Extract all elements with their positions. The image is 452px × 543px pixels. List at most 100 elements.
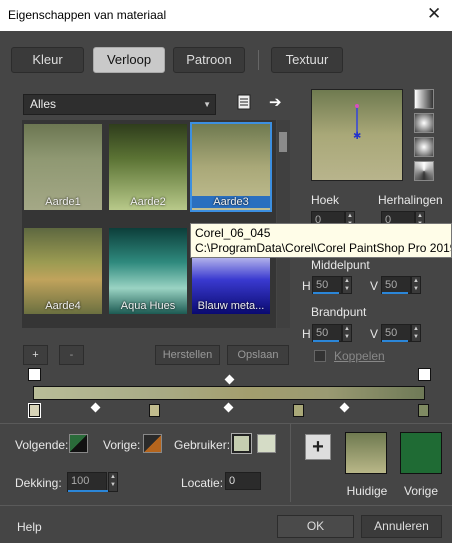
gradient-item-aarde1[interactable]: Aarde1 (24, 124, 102, 210)
focal-h-stepper[interactable]: ▲ ▼ (342, 324, 352, 342)
center-h-value: 50 (316, 279, 329, 291)
center-h-input[interactable]: 50 (312, 276, 342, 294)
user-alt-swatch[interactable] (257, 434, 276, 453)
scrollbar-thumb[interactable] (279, 132, 287, 152)
gradient-item-aarde3[interactable]: Aarde3 (190, 122, 272, 212)
previous-swatch[interactable] (400, 432, 442, 474)
current-swatch[interactable] (345, 432, 387, 474)
center-h-slider[interactable] (313, 292, 339, 294)
focal-v-input[interactable]: 50 (381, 324, 411, 342)
center-point-label: Middelpunt (311, 258, 370, 272)
repeats-label: Herhalingen (378, 193, 443, 207)
previous-label: Vorige (403, 484, 439, 498)
focal-v-value: 50 (385, 327, 398, 339)
opacity-label: Dekking: (15, 476, 62, 490)
color-stop[interactable] (418, 404, 429, 417)
close-icon[interactable]: ✕ (427, 4, 441, 24)
opacity-midpoint[interactable] (224, 374, 235, 385)
opacity-stop-right[interactable] (418, 368, 431, 381)
add-gradient-button[interactable]: + (23, 345, 48, 365)
prev-label: Vorige: (103, 438, 141, 452)
ok-button[interactable]: OK (277, 515, 354, 538)
focal-v-label: V (370, 327, 379, 341)
gradient-label: Aarde4 (45, 300, 81, 312)
location-input[interactable]: 0 (225, 472, 261, 490)
center-v-slider[interactable] (382, 292, 408, 294)
arrow-right-icon[interactable]: ➔ (269, 93, 285, 111)
gradient-item-aarde2[interactable]: Aarde2 (109, 124, 187, 210)
divider (0, 423, 452, 424)
next-label: Volgende: (15, 438, 69, 452)
focal-v-slider[interactable] (382, 340, 408, 342)
location-label: Locatie: (181, 476, 224, 490)
gradient-label: Aqua Hues (120, 300, 176, 312)
tab-separator (258, 50, 259, 70)
document-icon[interactable] (236, 94, 252, 110)
title-bar: Eigenschappen van materiaal ✕ (0, 0, 452, 31)
opacity-stepper[interactable]: ▲ ▼ (108, 472, 118, 492)
add-swatch-button[interactable]: + (305, 434, 331, 460)
radial-style-button[interactable] (414, 161, 434, 181)
color-stop[interactable] (28, 403, 41, 418)
focal-h-input[interactable]: 50 (312, 324, 342, 342)
tooltip-name: Corel_06_045 (195, 226, 271, 240)
color-stop[interactable] (293, 404, 304, 417)
help-link[interactable]: Help (17, 520, 42, 534)
opacity-stop-left[interactable] (28, 368, 41, 381)
color-midpoint[interactable] (223, 402, 234, 413)
linear-style-button[interactable] (414, 89, 434, 109)
center-h-stepper[interactable]: ▲ ▼ (342, 276, 352, 294)
next-color-icon[interactable] (69, 434, 88, 453)
reset-button[interactable]: Herstellen (155, 345, 220, 365)
chevron-down-icon: ▼ (203, 100, 211, 109)
center-v-stepper[interactable]: ▲ ▼ (411, 276, 421, 294)
center-v-input[interactable]: 50 (381, 276, 411, 294)
svg-text:✱: ✱ (353, 131, 361, 142)
tab-kleur[interactable]: Kleur (11, 47, 84, 73)
gradient-label: Aarde3 (192, 196, 270, 208)
gradient-label: Aarde1 (45, 196, 81, 208)
color-midpoint[interactable] (90, 402, 101, 413)
tab-patroon[interactable]: Patroon (173, 47, 245, 73)
gradient-label: Aarde2 (130, 196, 166, 208)
user-color-swatch[interactable] (231, 433, 252, 454)
save-gradient-button[interactable]: Opslaan (227, 345, 289, 365)
focal-v-stepper[interactable]: ▲ ▼ (411, 324, 421, 342)
window-title: Eigenschappen van materiaal (8, 8, 167, 22)
category-dropdown[interactable]: Alles ▼ (23, 94, 216, 115)
gradient-item-aqua-hues[interactable]: Aqua Hues (109, 228, 187, 314)
focal-h-value: 50 (316, 327, 329, 339)
gradient-preview[interactable]: ✱ (311, 89, 403, 181)
tooltip-path: C:\ProgramData\Corel\Corel PaintShop Pro… (195, 241, 452, 255)
focal-h-label: H (302, 327, 311, 341)
opacity-value: 100 (71, 475, 90, 487)
gradient-tooltip: Corel_06_045 C:\ProgramData\Corel\Corel … (190, 223, 452, 258)
link-checkbox[interactable] (314, 350, 326, 362)
cancel-button[interactable]: Annuleren (361, 515, 442, 538)
color-midpoint[interactable] (339, 402, 350, 413)
prev-color-icon[interactable] (143, 434, 162, 453)
category-value: Alles (30, 97, 57, 111)
tab-verloop[interactable]: Verloop (93, 47, 165, 73)
angle-handle[interactable]: ✱ (312, 90, 404, 182)
user-label: Gebruiker: (174, 438, 231, 452)
link-label: Koppelen (334, 349, 385, 363)
current-label: Huidige (346, 484, 388, 498)
remove-gradient-button[interactable]: - (59, 345, 84, 365)
angle-label: Hoek (311, 193, 340, 207)
center-h-label: H (302, 279, 311, 293)
center-v-label: V (370, 279, 379, 293)
center-v-value: 50 (385, 279, 398, 291)
opacity-slider[interactable] (68, 490, 108, 492)
focal-h-slider[interactable] (313, 340, 339, 342)
gradient-bar[interactable] (33, 386, 425, 400)
sunburst-style-button[interactable] (414, 137, 434, 157)
focal-point-label: Brandpunt (311, 305, 367, 319)
color-stop[interactable] (149, 404, 160, 417)
divider (0, 505, 452, 506)
gradient-item-aarde4[interactable]: Aarde4 (24, 228, 102, 314)
tab-textuur[interactable]: Textuur (271, 47, 343, 73)
rectangular-style-button[interactable] (414, 113, 434, 133)
opacity-input[interactable]: 100 (67, 472, 108, 492)
divider (290, 424, 291, 502)
